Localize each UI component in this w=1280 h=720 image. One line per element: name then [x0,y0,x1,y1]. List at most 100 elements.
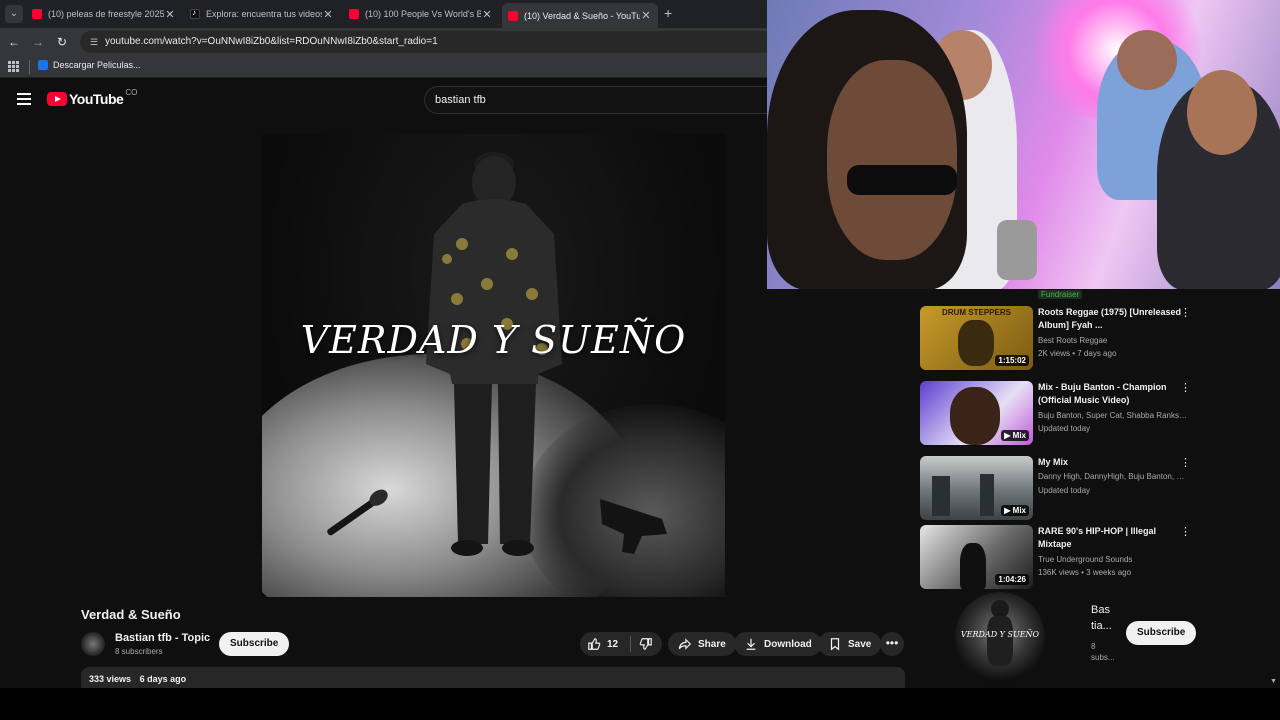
recommendation-title[interactable]: My Mix [1038,456,1188,469]
video-thumbnail[interactable]: DRUM STEPPERS 1:15:02 [920,306,1033,370]
recommendation-channel[interactable]: Buju Banton, Super Cat, Shabba Ranks, a.… [1038,411,1188,420]
channel-avatar[interactable] [81,632,105,656]
video-player[interactable]: VERDAD Y SUEÑO [262,134,725,597]
more-options-icon[interactable]: ⋮ [1180,383,1191,394]
save-label: Save [848,638,872,650]
video-title: Verdad & Sueño [81,607,181,622]
address-bar[interactable]: ☰ youtube.com/watch?v=OuNNwI8iZb0&list=R… [80,31,780,53]
browser-tab[interactable]: Explora: encuentra tus videos fa ✕ [184,3,340,25]
channel-name[interactable]: Bastian tfb - Topic [115,632,210,644]
back-icon[interactable]: ← [6,34,22,50]
recommendation-item[interactable]: 1:04:26 RARE 90's HIP-HOP | Illegal Mixt… [920,525,1200,589]
thumbnail-figure [958,320,994,366]
like-dislike-group: 12 [580,632,662,656]
video-thumbnail[interactable]: ▶ Mix [920,381,1033,445]
youtube-play-icon [47,92,67,106]
mix-label: Mix [1012,431,1026,440]
youtube-logo[interactable]: YouTube CO [47,87,138,107]
tiktok-icon [190,8,200,19]
recommendation-meta: Updated today [1038,424,1091,433]
close-tab-icon[interactable]: ✕ [322,8,334,21]
video-thumbnail[interactable]: 1:04:26 [920,525,1033,589]
recommendation-item[interactable]: DRUM STEPPERS 1:15:02 Roots Reggae (1975… [920,306,1200,370]
person-shape [827,60,957,260]
browser-tab[interactable]: (10) 100 People Vs World's Bigg ✕ [343,3,499,25]
browser-tab-active[interactable]: (10) Verdad & Sueño - YouTube ✕ [502,3,658,28]
sunglasses-shape [847,165,957,195]
new-tab-icon[interactable]: + [664,5,672,21]
microphone-shape [997,220,1037,280]
person-shape [1117,30,1177,90]
save-button[interactable]: Save [818,632,882,656]
browser-tab[interactable]: (10) peleas de freestyle 2025 - Y ✕ [26,3,182,25]
share-label: Share [698,638,726,650]
scroll-down-icon[interactable]: ▼ [1270,678,1277,685]
youtube-icon [349,9,359,19]
recommendation-title[interactable]: Roots Reggae (1975) [Unreleased Album] F… [1038,306,1188,332]
bottom-letterbox [0,688,1280,720]
country-code: CO [125,87,138,97]
download-icon [746,638,756,650]
bookmark-favicon-icon [38,60,48,70]
upload-age: 6 days ago [139,674,187,684]
thumbnail-figure [950,387,1000,445]
channel-subscriber-count: 8 subscribers [115,647,163,656]
tab-title: (10) Verdad & Sueño - YouTube [524,10,640,21]
address-url: youtube.com/watch?v=OuNNwI8iZb0&list=RDO… [105,36,438,47]
like-divider [630,636,632,652]
end-card-subscriber-count: 8 subs... [1091,642,1115,662]
thumbs-down-icon[interactable] [639,637,653,651]
bookmark-divider [29,60,30,74]
recommendation-channel[interactable]: Best Roots Reggae [1038,336,1188,345]
forward-icon[interactable]: → [30,34,46,50]
search-query: bastian tfb [435,94,486,106]
recommendation-title[interactable]: RARE 90's HIP-HOP | Illegal Mixtape [1038,525,1188,551]
end-card-avatar[interactable]: VERDAD Y SUEÑO [955,592,1045,682]
like-button[interactable]: 12 [580,632,618,656]
download-button[interactable]: Download [734,632,822,656]
site-info-icon[interactable]: ☰ [88,36,100,48]
thumbs-up-icon [588,638,601,650]
search-input[interactable]: bastian tfb [424,86,784,114]
duration-badge: 1:04:26 [995,574,1029,585]
recommendation-title[interactable]: Mix - Buju Banton - Champion (Official M… [1038,381,1188,407]
share-button[interactable]: Share [668,632,736,656]
more-options-icon[interactable]: ⋮ [1180,458,1191,469]
recommendation-item[interactable]: ▶ Mix My Mix Danny High, DannyHigh, Buju… [920,456,1200,520]
thumbnail-figure [960,543,986,589]
tab-search-menu-icon[interactable]: ⌄ [5,5,23,23]
close-tab-icon[interactable]: ✕ [164,8,176,21]
more-options-icon[interactable]: ⋮ [1180,527,1191,538]
album-art-title: VERDAD Y SUEÑO [300,318,687,362]
bookmark-label: Descargar Peliculas... [53,60,141,70]
description-box[interactable]: 333 views 6 days ago [81,667,905,689]
album-art-figure [327,152,667,556]
end-card-channel-name[interactable]: Bas tia... [1091,602,1121,634]
bookmark-icon [830,638,840,651]
more-actions-icon[interactable]: ••• [880,632,904,656]
end-card-art-text: VERDAD Y SUEÑO [960,630,1040,639]
youtube-icon [508,10,518,21]
close-tab-icon[interactable]: ✕ [640,9,652,22]
thumbnail-text: DRUM STEPPERS [942,308,1011,317]
recommendation-channel[interactable]: True Underground Sounds [1038,555,1188,564]
close-tab-icon[interactable]: ✕ [481,8,493,21]
bookmark-item[interactable]: Descargar Peliculas... [38,60,141,70]
share-icon [678,638,692,650]
video-thumbnail[interactable]: ▶ Mix [920,456,1033,520]
end-card-subscribe-button[interactable]: Subscribe [1126,621,1197,645]
tab-title: (10) peleas de freestyle 2025 - Y [48,9,164,19]
recommendation-item[interactable]: ▶ Mix Mix - Buju Banton - Champion (Offi… [920,381,1200,445]
duration-badge: 1:15:02 [995,355,1029,366]
more-options-icon[interactable]: ⋮ [1180,308,1191,319]
thumbnail-figure [932,476,950,516]
recommendation-channel[interactable]: Danny High, DannyHigh, Buju Banton, an..… [1038,472,1188,481]
menu-icon[interactable] [17,93,31,105]
mix-label: Mix [1012,506,1026,515]
mix-badge: ▶ Mix [1001,430,1029,441]
tab-title: (10) 100 People Vs World's Bigg [365,9,481,19]
reload-icon[interactable]: ↻ [54,34,70,50]
mix-badge: ▶ Mix [1001,505,1029,516]
subscribe-button[interactable]: Subscribe [219,632,290,656]
apps-grid-icon[interactable] [8,61,19,72]
